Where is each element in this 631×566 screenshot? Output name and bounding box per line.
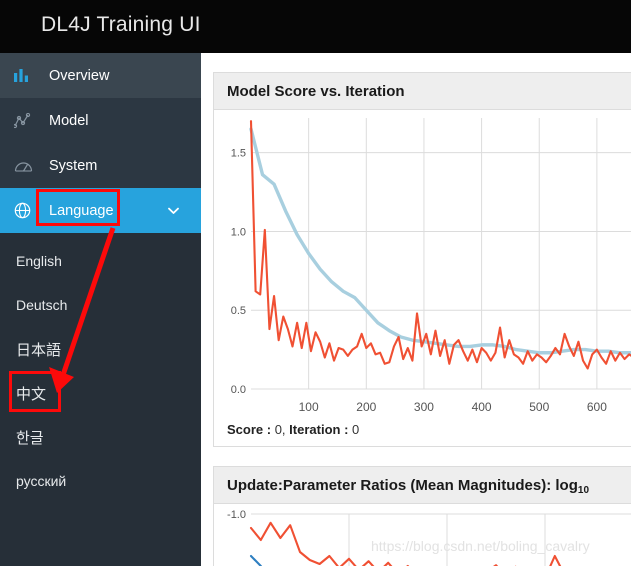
main-content: Model Score vs. Iteration 0.0 0.5 1.0 1.5 10… — [201, 53, 631, 566]
chart-model-score[interactable]: 0.0 0.5 1.0 1.5 100 200 300 400 500 600 Score : 0… — [214, 110, 631, 446]
x-axis-tick-label: 100 — [299, 400, 319, 414]
chart-model-score-svg: 0.0 0.5 1.0 1.5 100 200 300 400 500 600 — [231, 118, 631, 414]
line-graph-icon — [14, 112, 40, 129]
language-option-english[interactable]: English — [0, 239, 201, 283]
language-option-russian[interactable]: русский — [0, 459, 201, 503]
panel-title-ratios: Update:Parameter Ratios (Mean Magnitudes… — [227, 476, 590, 496]
sidebar: Overview Model System Language English D… — [0, 53, 201, 566]
y-axis-tick-label: 0.0 — [231, 384, 246, 396]
panel-title-ratios-main: Update:Parameter Ratios (Mean Magnitudes… — [227, 476, 578, 494]
language-option-japanese[interactable]: 日本語 — [0, 327, 201, 371]
panel-update-parameter-ratios: Update:Parameter Ratios (Mean Magnitudes… — [213, 466, 631, 566]
language-option-deutsch[interactable]: Deutsch — [0, 283, 201, 327]
score-value: 0, — [274, 422, 286, 437]
x-axis-tick-label: 600 — [587, 400, 607, 414]
sidebar-item-label-language: Language — [49, 202, 114, 219]
x-axis-tick-label: 300 — [414, 400, 434, 414]
chevron-down-icon[interactable] — [168, 202, 179, 220]
chart-update-parameter-ratios[interactable]: -1.0 — [214, 504, 631, 566]
iteration-label: Iteration : — [289, 422, 349, 437]
x-axis-tick-label: 400 — [472, 400, 492, 414]
panel-title-model-score: Model Score vs. Iteration — [227, 82, 405, 100]
sidebar-item-overview[interactable]: Overview — [0, 53, 201, 98]
y-axis-tick-label: -1.0 — [227, 509, 246, 521]
y-axis-tick-label: 1.5 — [231, 148, 246, 160]
app-window: DL4J Training UI Overview Model System L… — [0, 0, 631, 566]
panel-header-ratios: Update:Parameter Ratios (Mean Magnitudes… — [214, 467, 631, 504]
language-dropdown-list: English Deutsch 日本語 中文 한글 русский — [0, 233, 201, 503]
score-label: Score : — [227, 422, 272, 437]
panel-model-score: Model Score vs. Iteration 0.0 0.5 1.0 1.5 10… — [213, 72, 631, 447]
chart-series-0 — [249, 120, 631, 370]
gauge-icon — [14, 158, 40, 173]
app-header: DL4J Training UI — [0, 0, 631, 53]
iteration-value: 0 — [352, 422, 360, 437]
language-option-chinese[interactable]: 中文 — [0, 371, 201, 415]
chart-series-0 — [249, 521, 562, 566]
language-option-korean[interactable]: 한글 — [0, 415, 201, 459]
sidebar-item-model[interactable]: Model — [0, 98, 201, 143]
sidebar-item-label-model: Model — [49, 112, 89, 129]
bar-chart-icon — [14, 68, 40, 83]
page-title: DL4J Training UI — [41, 13, 201, 36]
chart-ratios-svg: -1.0 — [227, 509, 631, 566]
y-axis-tick-label: 0.5 — [231, 305, 246, 317]
sidebar-item-system[interactable]: System — [0, 143, 201, 188]
globe-icon — [14, 202, 40, 219]
panel-title-ratios-sub: 10 — [577, 484, 590, 496]
x-axis-tick-label: 500 — [529, 400, 549, 414]
panel-header-model-score: Model Score vs. Iteration — [214, 73, 631, 110]
x-axis-tick-label: 200 — [356, 400, 376, 414]
chart-series-1 — [249, 127, 631, 355]
sidebar-item-language[interactable]: Language — [0, 188, 201, 233]
y-axis-tick-label: 1.0 — [231, 226, 246, 238]
sidebar-item-label-overview: Overview — [49, 67, 110, 84]
sidebar-item-label-system: System — [49, 157, 98, 174]
chart-status-text: Score : 0, Iteration : 0 — [227, 422, 359, 437]
